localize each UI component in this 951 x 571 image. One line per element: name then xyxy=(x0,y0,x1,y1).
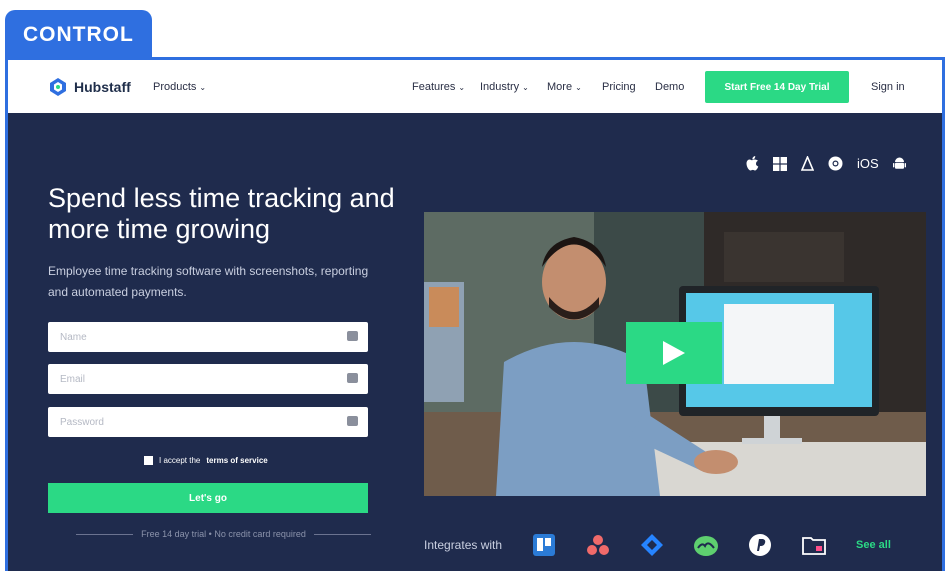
start-trial-button[interactable]: Start Free 14 Day Trial xyxy=(705,71,849,103)
autofill-icon xyxy=(347,373,358,383)
password-field[interactable]: Password xyxy=(48,407,368,437)
terms-prefix: I accept the xyxy=(159,456,201,465)
nav-pricing-label: Pricing xyxy=(602,81,636,93)
password-placeholder: Password xyxy=(60,416,104,428)
paypal-icon[interactable] xyxy=(748,533,772,557)
email-field[interactable]: Email xyxy=(48,364,368,394)
nav-features[interactable]: Features ⌄ xyxy=(412,81,465,93)
integrations-row: Integrates with See all xyxy=(424,533,926,557)
nav-products[interactable]: Products ⌄ xyxy=(153,81,206,93)
nav-features-label: Features xyxy=(412,81,456,93)
play-button[interactable] xyxy=(626,322,722,384)
play-icon xyxy=(663,341,685,365)
apple-icon[interactable] xyxy=(746,156,759,171)
control-badge: CONTROL xyxy=(5,10,152,60)
nav-more-label: More xyxy=(547,81,573,93)
chevron-down-icon: ⌄ xyxy=(575,82,582,92)
windows-icon[interactable] xyxy=(773,156,787,171)
chevron-down-icon: ⌄ xyxy=(522,82,529,92)
divider xyxy=(76,533,134,535)
nav-more[interactable]: More ⌄ xyxy=(547,81,582,93)
top-navigation: Hubstaff Products ⌄ Features ⌄ Industry ⌄ M… xyxy=(8,60,942,113)
chevron-down-icon: ⌄ xyxy=(458,82,466,92)
chevron-down-icon: ⌄ xyxy=(199,82,207,92)
lets-go-button[interactable]: Let's go xyxy=(48,483,368,513)
terms-link[interactable]: terms of service xyxy=(206,456,267,465)
demo-video[interactable] xyxy=(424,212,926,496)
nav-industry-label: Industry xyxy=(480,81,520,93)
android-icon[interactable] xyxy=(892,156,906,171)
terms-checkbox[interactable] xyxy=(144,456,153,465)
brand-name: Hubstaff xyxy=(74,79,131,95)
page-frame: Hubstaff Products ⌄ Features ⌄ Industry ⌄ M… xyxy=(5,57,945,571)
see-all-link[interactable]: See all xyxy=(856,539,891,551)
nav-demo[interactable]: Demo xyxy=(655,81,684,93)
jira-icon[interactable] xyxy=(640,533,664,557)
nav-products-label: Products xyxy=(153,81,197,93)
name-placeholder: Name xyxy=(60,331,87,343)
chrome-icon[interactable] xyxy=(828,156,843,171)
nav-demo-label: Demo xyxy=(655,81,685,93)
sign-in-label: Sign in xyxy=(871,81,905,93)
fine-print-text: Free 14 day trial • No credit card requi… xyxy=(141,529,306,539)
email-placeholder: Email xyxy=(60,373,86,385)
hero-headline: Spend less time tracking and more time g… xyxy=(48,183,395,244)
nav-pricing[interactable]: Pricing xyxy=(602,81,636,93)
basecamp-icon[interactable] xyxy=(694,533,719,557)
nav-industry[interactable]: Industry ⌄ xyxy=(480,81,529,93)
hubstaff-logo[interactable]: Hubstaff xyxy=(48,77,131,97)
terms-checkbox-row: I accept the terms of service xyxy=(144,456,268,465)
autofill-icon xyxy=(347,416,358,426)
fine-print: Free 14 day trial • No credit card requi… xyxy=(76,529,372,539)
hero-section: iOS Spend less time tracking and more ti… xyxy=(8,113,942,571)
asana-icon[interactable] xyxy=(586,533,610,557)
trello-icon[interactable] xyxy=(532,533,556,557)
sign-in-link[interactable]: Sign in xyxy=(871,81,905,93)
platform-icons: iOS xyxy=(746,156,906,171)
name-field[interactable]: Name xyxy=(48,322,368,352)
folder-icon[interactable] xyxy=(802,533,826,557)
integrations-label: Integrates with xyxy=(424,538,503,552)
control-badge-label: CONTROL xyxy=(23,23,134,46)
ios-label[interactable]: iOS xyxy=(857,156,879,171)
autofill-icon xyxy=(347,331,358,341)
linux-icon[interactable] xyxy=(801,156,814,171)
hubstaff-logo-icon xyxy=(50,78,66,96)
divider xyxy=(313,533,372,535)
hero-subline: Employee time tracking software with scr… xyxy=(48,264,369,299)
